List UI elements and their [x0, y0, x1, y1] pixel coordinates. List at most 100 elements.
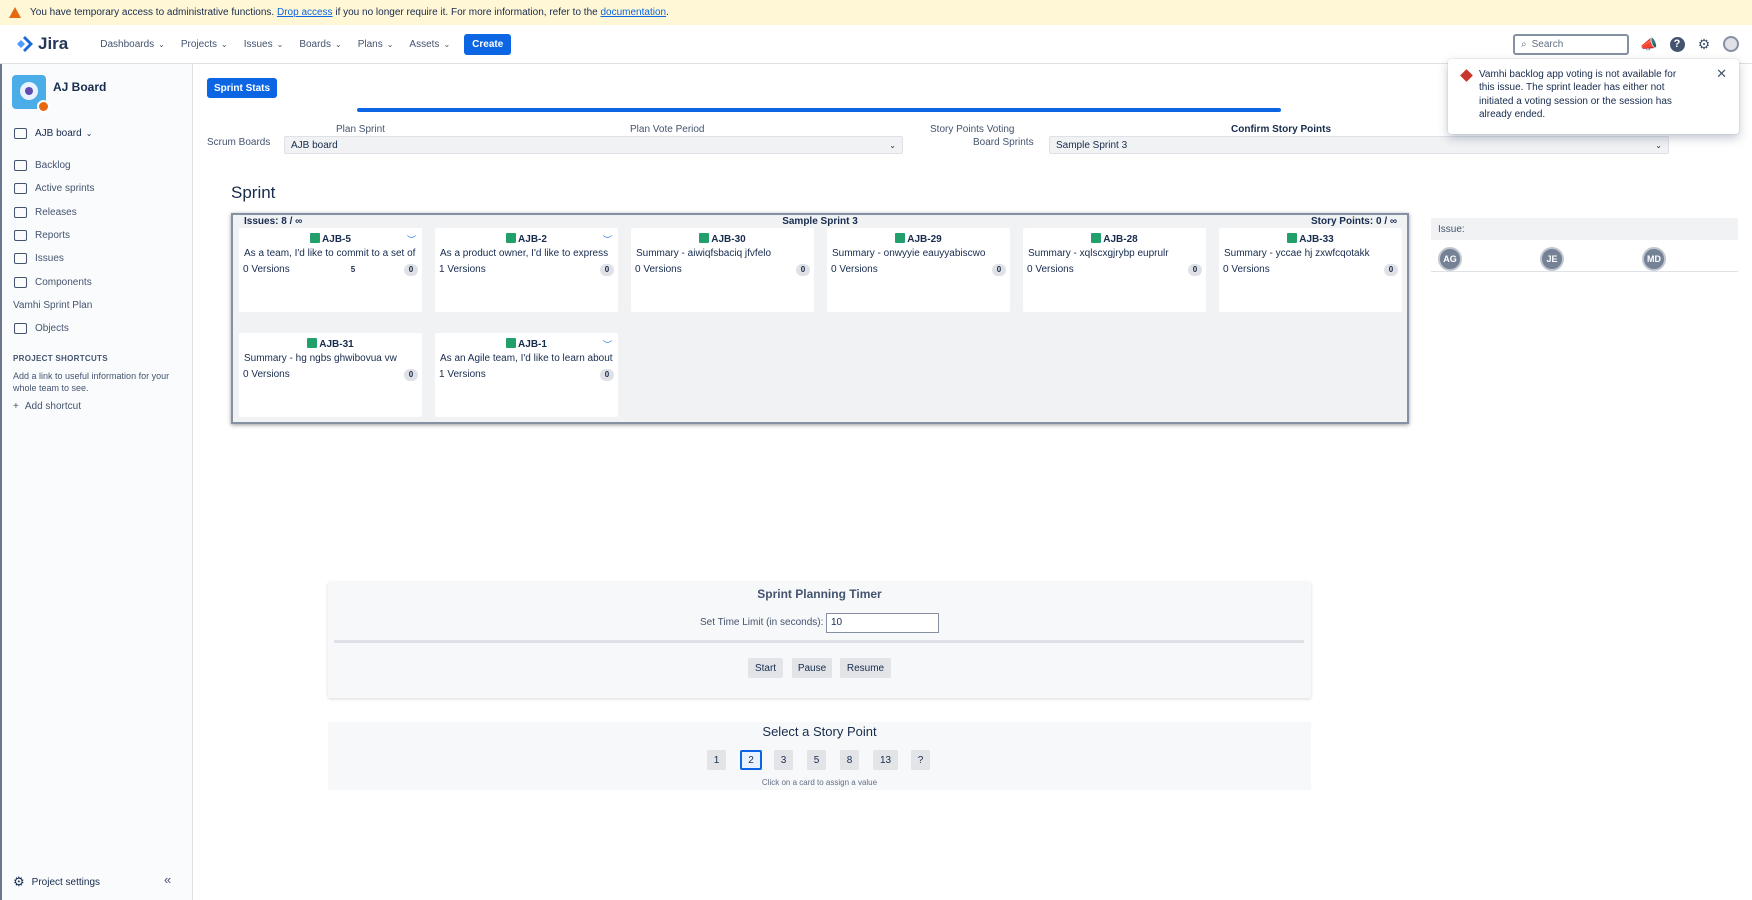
board-selector[interactable]: AJB board ⌄: [14, 128, 92, 139]
search-input[interactable]: ⌕ Search: [1513, 34, 1629, 55]
workflow-progress-bar: [357, 108, 1281, 112]
project-avatar-eye-icon: [20, 82, 38, 100]
nav-dashboards[interactable]: Dashboards ⌄: [92, 39, 173, 50]
expand-chevron-icon[interactable]: ︶: [603, 338, 612, 351]
issue-card[interactable]: AJB-31 Summary - hg ngbs ghwibovua vw 0 …: [239, 333, 422, 417]
issue-card[interactable]: AJB-28 Summary - xqlscxgjrybp euprulr 0 …: [1023, 228, 1206, 312]
sidebar-item-label: Objects: [35, 323, 69, 335]
board-sprints-select[interactable]: Sample Sprint 3 ⌄: [1049, 136, 1669, 154]
issue-count-badge: 0: [600, 369, 614, 381]
nav-boards-label: Boards: [299, 38, 331, 50]
search-placeholder: Search: [1531, 39, 1564, 50]
nav-assets[interactable]: Assets ⌄: [401, 39, 458, 50]
sidebar-item-releases[interactable]: Releases: [14, 201, 94, 224]
notifications-megaphone-icon[interactable]: 📣: [1640, 35, 1658, 53]
add-shortcut-label: Add shortcut: [24, 401, 81, 412]
time-limit-input[interactable]: 10: [826, 613, 939, 633]
close-icon[interactable]: ✕: [1716, 66, 1727, 82]
warning-icon: [9, 7, 21, 18]
issue-count-badge: 0: [1188, 264, 1202, 276]
sidebar-item-objects[interactable]: Objects: [14, 317, 94, 340]
chevron-down-icon: ⌄: [443, 39, 451, 49]
project-settings-link[interactable]: ⚙ Project settings: [13, 874, 100, 890]
banner-text-after: .: [666, 7, 669, 18]
logo-text: Jira: [38, 34, 69, 53]
sidebar-item-components[interactable]: Components: [14, 270, 94, 293]
story-icon: [310, 233, 321, 243]
project-badge-icon: [37, 100, 50, 113]
profile-button[interactable]: [1722, 35, 1740, 53]
shortcuts-description: Add a link to useful information for you…: [13, 371, 170, 393]
issues-icon: [14, 253, 27, 265]
issue-versions: 0 Versions: [243, 369, 290, 380]
issue-key: AJB-29: [907, 234, 942, 245]
issue-versions: 0 Versions: [243, 264, 290, 275]
backlog-icon: [14, 160, 27, 172]
issue-count-badge: 0: [992, 264, 1006, 276]
story-point-option[interactable]: 1: [707, 750, 726, 770]
project-sidebar: AJ Board AJB board ⌄ Backlog Active spri…: [0, 64, 193, 900]
sidebar-item-reports[interactable]: Reports: [14, 224, 94, 247]
voter-avatar: MD: [1642, 247, 1666, 271]
settings-gear-icon[interactable]: ⚙: [1695, 35, 1713, 53]
issue-count-badge: 0: [600, 264, 614, 276]
story-point-option[interactable]: 13: [873, 750, 898, 770]
expand-chevron-icon[interactable]: ︶: [603, 233, 612, 246]
story-point-option[interactable]: 3: [774, 750, 793, 770]
issue-summary: Summary - onwyyie eauyyabiscwo: [832, 248, 986, 259]
chevron-down-icon: ⌄: [276, 39, 284, 49]
sprint-planning-timer: Sprint Planning Timer Set Time Limit (in…: [328, 582, 1311, 698]
nav-dashboards-label: Dashboards: [100, 38, 155, 50]
nav-issues[interactable]: Issues ⌄: [236, 39, 292, 50]
nav-boards[interactable]: Boards ⌄: [291, 39, 349, 50]
board-sprints-value: Sample Sprint 3: [1056, 139, 1128, 151]
issue-card[interactable]: AJB-2 ︶ As a product owner, I'd like to …: [435, 228, 618, 312]
issue-summary: Summary - hg ngbs ghwibovua vw: [244, 353, 397, 364]
issue-card[interactable]: AJB-33 Summary - yccae hj zxwfcqotakk 0 …: [1219, 228, 1402, 312]
issue-card[interactable]: AJB-5 ︶ As a team, I'd like to commit to…: [239, 228, 422, 312]
sidebar-item-backlog[interactable]: Backlog: [14, 154, 94, 177]
resume-button[interactable]: Resume: [840, 658, 891, 678]
story-point-option[interactable]: 5: [807, 750, 826, 770]
issue-count-badge: 0: [404, 264, 418, 276]
jira-logo[interactable]: Jira: [16, 34, 68, 54]
project-settings-label: Project settings: [31, 876, 101, 888]
collapse-sidebar-icon[interactable]: «: [164, 872, 171, 887]
issue-versions: 1 Versions: [439, 264, 486, 275]
step-story-points-voting: Story Points Voting: [930, 124, 1015, 135]
issue-card[interactable]: AJB-30 Summary - aiwiqfsbaciq jfvfelo 0 …: [631, 228, 814, 312]
sidebar-item-issues[interactable]: Issues: [14, 247, 94, 270]
nav-assets-label: Assets: [409, 38, 440, 50]
sprint-stats-button[interactable]: Sprint Stats: [207, 78, 277, 98]
expand-chevron-icon[interactable]: ︶: [407, 233, 416, 246]
issue-versions: 0 Versions: [1027, 264, 1074, 275]
issue-card[interactable]: AJB-29 Summary - onwyyie eauyyabiscwo 0 …: [827, 228, 1010, 312]
nav-projects[interactable]: Projects ⌄: [173, 39, 236, 50]
issue-card[interactable]: AJB-1 ︶ As an Agile team, I'd like to le…: [435, 333, 618, 417]
nav-issues-label: Issues: [243, 38, 273, 50]
nav-plans[interactable]: Plans ⌄: [350, 39, 402, 50]
step-confirm-story-points: Confirm Story Points: [1231, 124, 1332, 135]
start-button[interactable]: Start: [748, 658, 783, 678]
sidebar-item-vamhi-sprint-plan[interactable]: Vamhi Sprint Plan: [13, 294, 94, 317]
sidebar-item-active-sprints[interactable]: Active sprints: [14, 177, 94, 200]
pause-button[interactable]: Pause: [792, 658, 832, 678]
chevron-down-icon: ⌄: [386, 39, 394, 49]
add-shortcut-button[interactable]: + Add shortcut: [13, 401, 81, 412]
drop-access-link[interactable]: Drop access: [277, 7, 333, 18]
gear-icon: ⚙: [13, 874, 25, 889]
issue-key: AJB-33: [1299, 234, 1334, 245]
jira-logo-icon: [17, 36, 33, 52]
story-icon: [699, 233, 710, 243]
create-button[interactable]: Create: [464, 33, 512, 55]
story-point-option[interactable]: 8: [840, 750, 859, 770]
story-point-option[interactable]: ?: [911, 750, 930, 770]
documentation-link[interactable]: documentation: [600, 7, 666, 18]
step-plan-vote-period: Plan Vote Period: [630, 124, 705, 135]
help-button[interactable]: ?: [1668, 35, 1686, 53]
scrum-boards-select[interactable]: AJB board ⌄: [284, 136, 903, 154]
chevron-down-icon: ⌄: [889, 140, 896, 150]
story-point-option-selected[interactable]: 2: [740, 750, 762, 770]
objects-icon: [14, 323, 27, 335]
board-selector-label: AJB board: [35, 128, 82, 139]
